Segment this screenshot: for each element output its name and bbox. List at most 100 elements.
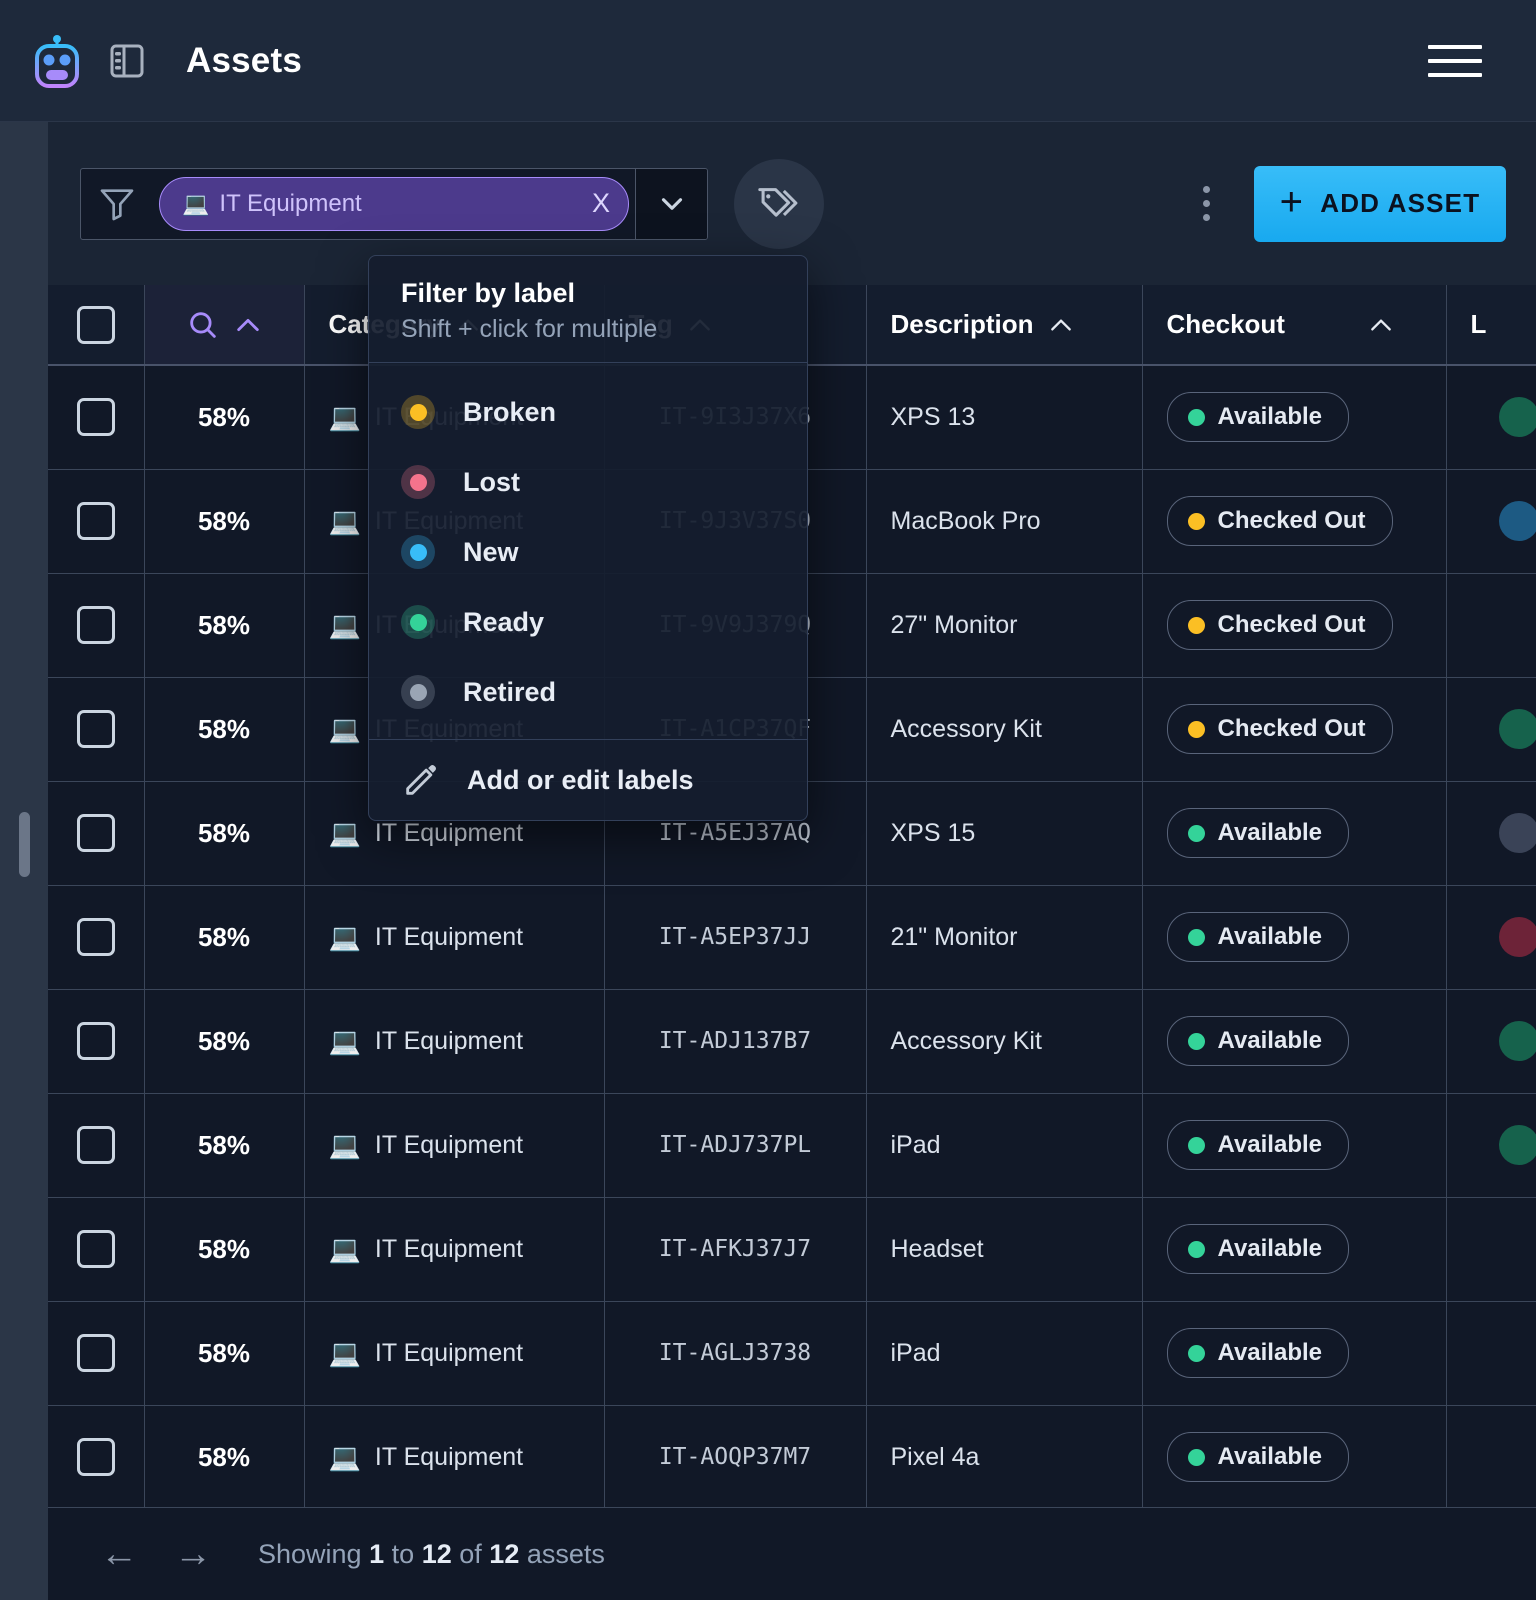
status-dot <box>1187 616 1205 634</box>
checkout-header-label: Checkout <box>1166 309 1285 339</box>
status-dot <box>1187 512 1205 530</box>
description-column-header[interactable]: Description <box>866 285 1143 366</box>
row-checkbox[interactable] <box>76 1230 115 1268</box>
description-cell: 21" Monitor <box>866 885 1143 990</box>
showing-prefix: Showing <box>258 1538 362 1569</box>
popup-header: Filter by label Shift + click for multip… <box>369 256 807 363</box>
status-label: Checked Out <box>1217 611 1366 638</box>
funnel-icon[interactable] <box>81 169 153 239</box>
table-row[interactable]: 58% 💻 IT Equipment IT-ADJ137B7 Accessory Kit… <box>48 989 1536 1094</box>
percent-cell: 58% <box>144 469 305 574</box>
row-select-cell <box>48 1197 145 1302</box>
status-badge: Available <box>1166 912 1349 962</box>
row-checkbox[interactable] <box>76 1438 115 1476</box>
checkout-cell: Available <box>1142 1301 1447 1406</box>
label-dot <box>1498 813 1536 853</box>
table-row[interactable]: 58% 💻 IT Equipment IT-ADJ737PL iPad Available <box>48 1093 1536 1198</box>
category-label: IT Equipment <box>374 1234 524 1263</box>
row-checkbox[interactable] <box>76 918 115 956</box>
table-row[interactable]: 58% 💻 IT Equipment IT-AGLJ3738 iPad Available <box>48 1301 1536 1406</box>
table-row[interactable]: 58% 💻 IT Equipment IT-A5EP37JJ 21" Monitor Av… <box>48 885 1536 990</box>
row-checkbox[interactable] <box>76 710 115 748</box>
laptop-icon: 💻 <box>328 1441 361 1472</box>
filter-dropdown-toggle[interactable] <box>635 168 707 239</box>
status-dot <box>1187 408 1205 426</box>
status-label: Available <box>1217 1443 1323 1470</box>
search-column-header[interactable] <box>144 285 305 366</box>
plus-icon: + <box>1279 179 1305 224</box>
laptop-icon: 💻 <box>328 401 361 432</box>
laptop-icon: 💻 <box>182 190 210 216</box>
row-checkbox[interactable] <box>76 1126 115 1164</box>
status-badge: Available <box>1166 1328 1349 1378</box>
row-select-cell <box>48 885 145 990</box>
laptop-icon: 💻 <box>328 921 361 952</box>
tags-icon <box>758 187 798 217</box>
label-option-broken[interactable]: Broken <box>369 377 807 447</box>
label-swatch <box>401 535 435 569</box>
filter-by-label-popup: Filter by label Shift + click for multip… <box>368 255 808 821</box>
select-all-checkbox[interactable] <box>76 305 115 344</box>
status-dot <box>1187 928 1205 946</box>
add-asset-button[interactable]: + ADD ASSET <box>1254 165 1506 242</box>
labels-cell <box>1446 781 1536 886</box>
checkout-cell: Available <box>1142 365 1447 470</box>
label-option-label: Lost <box>463 466 520 497</box>
status-dot <box>1187 1240 1205 1258</box>
row-checkbox[interactable] <box>76 1334 115 1372</box>
description-cell: Accessory Kit <box>866 677 1143 782</box>
checkout-cell: Checked Out <box>1142 573 1447 678</box>
description-cell: Pixel 4a <box>866 1405 1143 1507</box>
status-badge: Available <box>1166 808 1349 858</box>
category-cell: 💻 IT Equipment <box>304 1301 605 1406</box>
vertical-scrollbar[interactable] <box>19 812 30 877</box>
add-or-edit-labels-item[interactable]: Add or edit labels <box>369 740 807 820</box>
description-cell: XPS 15 <box>866 781 1143 886</box>
label-option-lost[interactable]: Lost <box>369 447 807 517</box>
status-dot <box>1187 1136 1205 1154</box>
checkout-column-header[interactable]: Checkout <box>1142 285 1447 366</box>
showing-total: 12 <box>489 1538 520 1569</box>
checkout-cell: Checked Out <box>1142 677 1447 782</box>
category-cell: 💻 IT Equipment <box>304 885 605 990</box>
side-panel-icon[interactable] <box>110 43 144 79</box>
prev-page-button[interactable]: ← <box>82 1526 156 1582</box>
tag-cell: IT-ADJ137B7 <box>604 989 867 1094</box>
status-label: Available <box>1217 1131 1323 1158</box>
status-dot <box>1187 824 1205 842</box>
row-checkbox[interactable] <box>76 398 115 437</box>
row-checkbox[interactable] <box>76 814 115 852</box>
remove-filter-icon[interactable]: X <box>592 188 610 219</box>
label-option-ready[interactable]: Ready <box>369 587 807 657</box>
row-checkbox[interactable] <box>76 1022 115 1060</box>
hamburger-menu-icon[interactable] <box>1428 41 1482 81</box>
label-option-new[interactable]: New <box>369 517 807 587</box>
filter-chip-area: 💻 IT Equipment X <box>153 169 635 239</box>
labels-cell <box>1446 469 1536 574</box>
status-label: Available <box>1217 819 1323 846</box>
label-swatch <box>401 395 435 429</box>
label-option-retired[interactable]: Retired <box>369 657 807 727</box>
more-vertical-icon[interactable] <box>1186 179 1226 229</box>
page-title: Assets <box>186 40 302 80</box>
laptop-icon: 💻 <box>328 609 361 640</box>
category-label: IT Equipment <box>374 922 524 951</box>
table-row[interactable]: 58% 💻 IT Equipment IT-AFKJ37J7 Headset Availa… <box>48 1197 1536 1302</box>
labels-column-header[interactable]: L <box>1446 285 1536 366</box>
tags-filter-button[interactable] <box>734 158 824 249</box>
laptop-icon: 💻 <box>328 817 361 848</box>
row-checkbox[interactable] <box>76 606 115 644</box>
row-select-cell <box>48 781 145 886</box>
next-page-button[interactable]: → <box>156 1526 230 1582</box>
add-or-edit-labels-label: Add or edit labels <box>467 764 694 795</box>
left-gutter <box>0 122 48 1600</box>
tag-cell: IT-AFKJ37J7 <box>604 1197 867 1302</box>
row-checkbox[interactable] <box>76 502 115 540</box>
robot-icon[interactable] <box>32 34 82 88</box>
table-row[interactable]: 58% 💻 IT Equipment IT-AOQP37M7 Pixel 4a Avail… <box>48 1405 1536 1507</box>
percent-cell: 58% <box>144 781 305 886</box>
filter-chip-it-equipment[interactable]: 💻 IT Equipment X <box>159 176 629 231</box>
checkout-cell: Available <box>1142 1405 1447 1507</box>
description-cell: iPad <box>866 1301 1143 1406</box>
status-label: Available <box>1217 403 1323 431</box>
